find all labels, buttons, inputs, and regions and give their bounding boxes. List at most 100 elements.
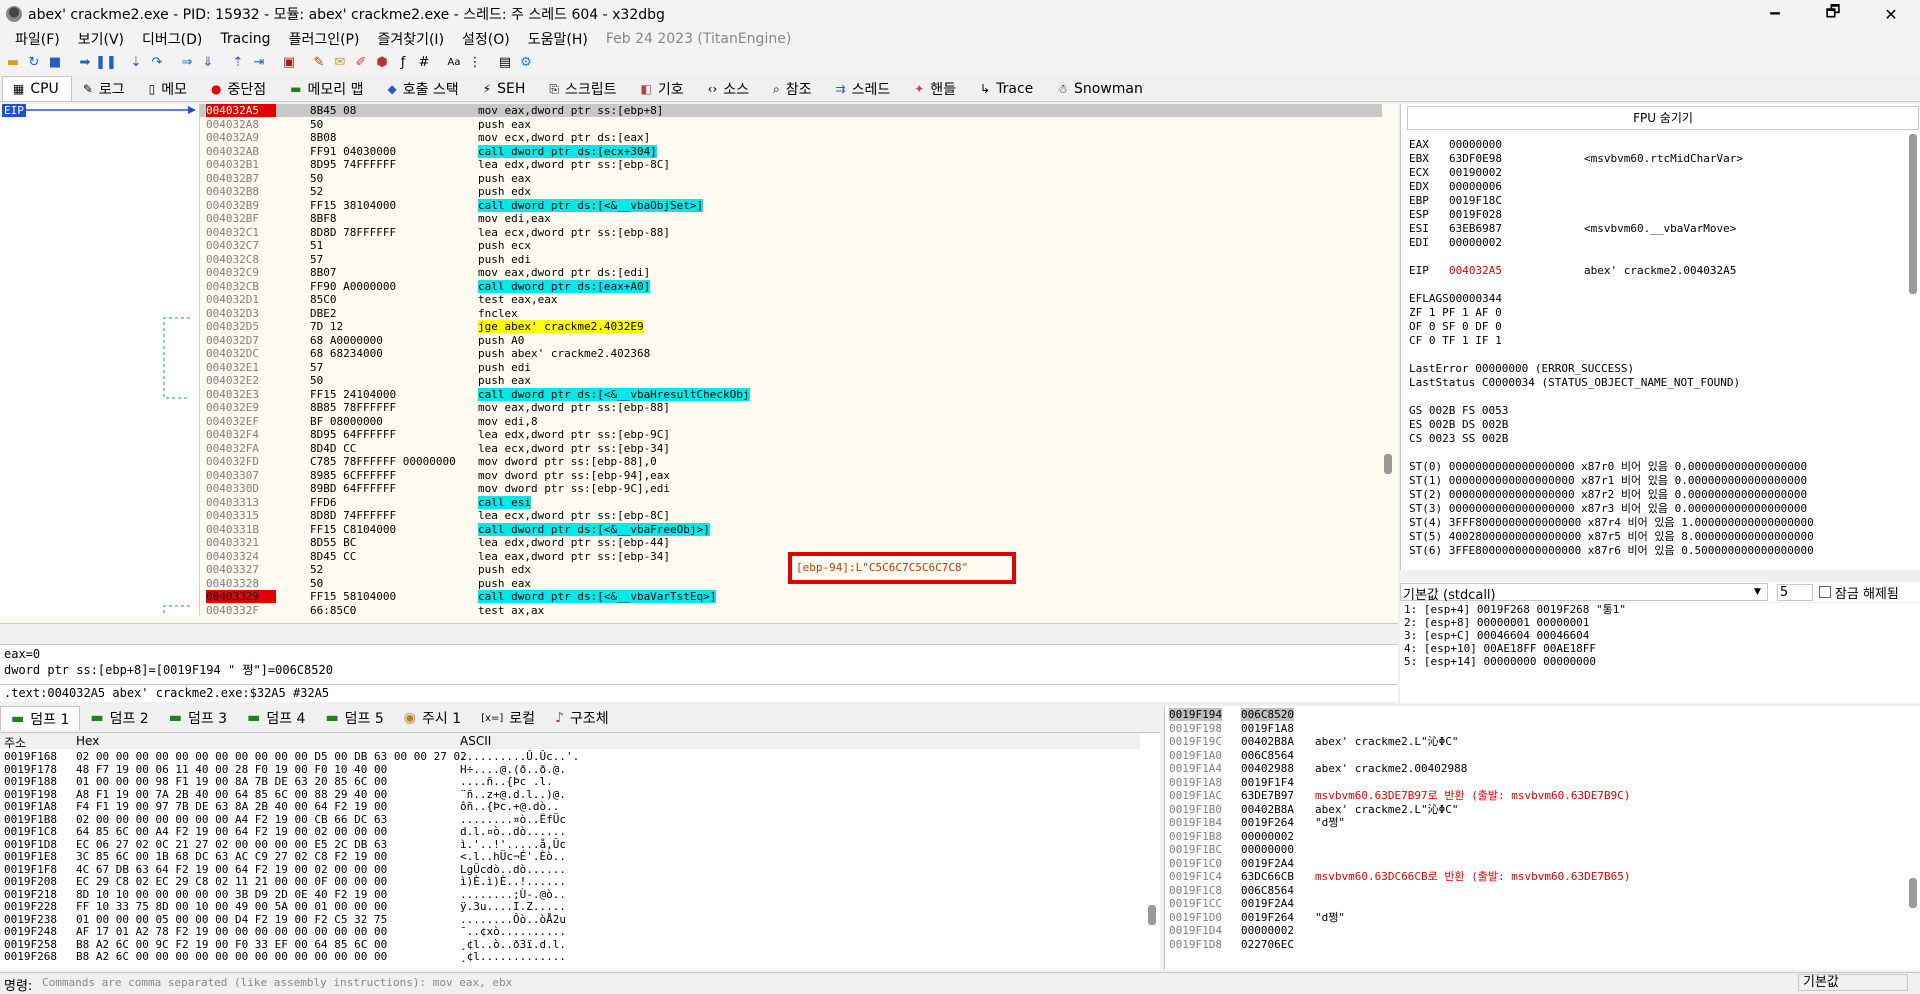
- tab-breakpoints[interactable]: ● 중단점: [200, 76, 279, 101]
- disasm-row[interactable]: 00403315 8D8D 74FFFFFF lea ecx,dword ptr s…: [200, 509, 1382, 522]
- dump-row[interactable]: 0019F188 01 00 00 00 98 F1 19 00 8A 7B DE…: [0, 776, 1140, 788]
- dump-row[interactable]: 0019F1B8 02 00 00 00 00 00 00 00 A4 F2 19…: [0, 813, 1140, 826]
- stack-argument[interactable]: 4: [esp+10] 00AE18FF 00AE18FF: [1404, 642, 1596, 655]
- menu-favourites[interactable]: 즐겨찾기(I): [368, 29, 453, 49]
- register-row[interactable]: EBP 0019F18C: [1409, 194, 1584, 208]
- dump-row[interactable]: 0019F228 FF 10 33 75 8D 00 10 00 49 00 5A…: [0, 901, 1140, 913]
- dump-row[interactable]: 0019F1A8 F4 F1 19 00 97 7B DE 63 8A 2B 40…: [0, 801, 1140, 813]
- menu-plugins[interactable]: 플러그인(P): [280, 29, 369, 49]
- tab-watch-1[interactable]: ◉ 주시 1: [394, 706, 471, 730]
- stack-argument[interactable]: 5: [esp+14] 00000000 00000000: [1404, 655, 1596, 668]
- stack-vscroll[interactable]: [1909, 878, 1917, 908]
- flags-row[interactable]: ZF 1 PF 1 AF 0: [1409, 306, 1502, 320]
- stack-row[interactable]: 0019F1D0 0019F264 "d쩡": [1165, 911, 1905, 924]
- segment-row[interactable]: CS 0023 SS 002B: [1409, 432, 1508, 446]
- pattern-icon[interactable]: ⋮: [466, 53, 484, 71]
- stack-row[interactable]: 0019F1C0 0019F2A4: [1165, 857, 1905, 870]
- stack-row[interactable]: 0019F1AC 63DE7B97 msvbvm60.63DE7B97로 반환 (출…: [1165, 789, 1905, 802]
- settings-icon[interactable]: ⚙: [517, 53, 535, 71]
- disasm-row[interactable]: 004032FD C785 78FFFFFF 00000000 mov dword …: [200, 455, 1382, 468]
- disasm-row[interactable]: 004032D5 7D 12 jge abex' crackme2.4032E9: [200, 320, 1382, 333]
- register-row[interactable]: EAX 00000000: [1409, 138, 1584, 152]
- stack-row[interactable]: 0019F1A0 006C8564: [1165, 749, 1905, 762]
- stack-argument[interactable]: 1: [esp+4] 0019F268 0019F268 "통1": [1404, 603, 1626, 616]
- tab-snowman[interactable]: ☃ Snowman: [1046, 76, 1156, 101]
- stack-row[interactable]: 0019F1D8 022706EC: [1165, 938, 1905, 951]
- stack-row[interactable]: 0019F198 0019F1A8: [1165, 722, 1905, 735]
- stack-row[interactable]: 0019F1CC 0019F2A4: [1165, 897, 1905, 910]
- menu-tracing[interactable]: Tracing: [211, 31, 279, 47]
- arg-count-stepper[interactable]: 5: [1776, 583, 1813, 601]
- tab-log[interactable]: ✎ 로그: [72, 76, 138, 101]
- tab-dump-1[interactable]: ▬ 덤프 1: [0, 706, 81, 730]
- disasm-row[interactable]: 00403313 FFD6 call esi: [200, 495, 1382, 509]
- tab-script[interactable]: ⎘ 스크립트: [538, 76, 629, 101]
- fpu-toggle-button[interactable]: FPU 숨기기: [1407, 106, 1919, 130]
- fpu-row[interactable]: ST(4) 3FFF8000000000000000 x87r4 비어 있음 1…: [1409, 516, 1814, 530]
- tab-cpu[interactable]: ▦ CPU: [2, 76, 72, 101]
- register-row[interactable]: EIP 004032A5 abex' crackme2.004032A5: [1409, 264, 1736, 278]
- dump-row[interactable]: 0019F238 01 00 00 00 05 00 00 00 D4 F2 19…: [0, 913, 1140, 926]
- stack-row[interactable]: 0019F1B0 00402B8A abex' crackme2.L"沁ΦC": [1165, 803, 1905, 816]
- disasm-row[interactable]: 004032E1 57 push edi: [200, 361, 1382, 374]
- menu-debug[interactable]: 디버그(D): [133, 29, 211, 49]
- menu-file[interactable]: 파일(F): [6, 29, 69, 49]
- step-into-icon[interactable]: ⇣: [127, 53, 145, 71]
- close-button[interactable]: ✕: [1862, 0, 1920, 28]
- stack-row[interactable]: 0019F194 006C8520: [1165, 708, 1905, 721]
- fpu-row[interactable]: ST(2) 0000000000000000000 x87r2 비어 있음 0.…: [1409, 488, 1807, 502]
- stack-panel[interactable]: 0019F194 006C8520 0019F198 0019F1A8 0019F19C…: [1164, 706, 1920, 970]
- disasm-row[interactable]: 004032DC 68 68234000 push abex' crackme2.4…: [200, 347, 1382, 360]
- stack-row[interactable]: 0019F19C 00402B8A abex' crackme2.L"沁ΦC": [1165, 735, 1905, 748]
- cpu-vscroll[interactable]: [1384, 454, 1392, 474]
- disasm-row[interactable]: 004032E2 50 push eax: [200, 374, 1382, 387]
- stack-argument[interactable]: 3: [esp+C] 00046604 00046604: [1404, 629, 1589, 642]
- bookmark-icon[interactable]: ⬢: [373, 53, 391, 71]
- tab-notes[interactable]: ▯ 메모: [138, 76, 200, 101]
- disasm-row[interactable]: 004032A8 50 push eax: [200, 118, 1382, 131]
- menu-view[interactable]: 보기(V): [69, 29, 133, 49]
- disasm-row[interactable]: 004032D7 68 A0000000 push A0: [200, 334, 1382, 347]
- stack-row[interactable]: 0019F1C4 63DC66CB msvbvm60.63DC66CB로 반환 (출…: [1165, 870, 1905, 883]
- register-row[interactable]: EDX 00000006: [1409, 180, 1584, 194]
- disasm-row[interactable]: 0040330D 89BD 64FFFFFF mov dword ptr ss:[e…: [200, 482, 1382, 495]
- tab-references[interactable]: ⌕ 참조: [762, 76, 825, 101]
- tab-handles[interactable]: ✦ 핸들: [903, 76, 969, 101]
- tab-trace[interactable]: ↳ Trace: [969, 76, 1046, 101]
- disasm-row[interactable]: 004032D1 85C0 test eax,eax: [200, 293, 1382, 306]
- flags-row[interactable]: CF 0 TF 1 IF 1: [1409, 334, 1502, 348]
- run-icon[interactable]: ➡: [76, 53, 94, 71]
- label-icon[interactable]: ✐: [352, 53, 370, 71]
- tab-dump-4[interactable]: ▬ 덤프 4: [237, 706, 315, 730]
- stack-row[interactable]: 0019F1C8 006C8564: [1165, 884, 1905, 897]
- tab-source[interactable]: ‹› 소스: [697, 76, 762, 101]
- dump-vscroll[interactable]: [1148, 905, 1156, 925]
- lock-checkbox[interactable]: [1818, 586, 1831, 598]
- disasm-row[interactable]: 004032C7 51 push ecx: [200, 239, 1382, 252]
- tab-call-stack[interactable]: ◆ 호출 스택: [376, 76, 471, 101]
- menu-options[interactable]: 설정(O): [453, 29, 519, 49]
- dump-row[interactable]: 0019F268 B8 A2 6C 00 00 00 00 00 00 00 00…: [0, 951, 1140, 963]
- pause-icon[interactable]: ❚❚: [95, 53, 117, 71]
- disasm-row[interactable]: 004032D3 DBE2 fnclex: [200, 307, 1382, 320]
- disasm-row[interactable]: 004032B8 52 push edx: [200, 185, 1382, 198]
- patch-icon[interactable]: ✎: [310, 53, 328, 71]
- disasm-row[interactable]: 0040332F 66:85C0 test ax,ax: [200, 604, 1382, 617]
- flags-row[interactable]: OF 0 SF 0 DF 0: [1409, 320, 1502, 334]
- stack-argument[interactable]: 2: [esp+8] 00000001 00000001: [1404, 616, 1589, 629]
- call-convention-select[interactable]: 기본값 (stdcall): [1400, 583, 1768, 603]
- disasm-row[interactable]: 004032AB FF91 04030000 call dword ptr ds:[…: [200, 144, 1382, 158]
- register-row[interactable]: EDI 00000002: [1409, 236, 1584, 250]
- tab-threads[interactable]: ⇉ 스레드: [825, 76, 904, 101]
- segment-row[interactable]: ES 002B DS 002B: [1409, 418, 1508, 432]
- disasm-row[interactable]: 004032FA 8D4D CC lea ecx,dword ptr ss:[ebp…: [200, 442, 1382, 455]
- calculator-icon[interactable]: ▤: [496, 53, 514, 71]
- disasm-row[interactable]: 004032BF 8BF8 mov edi,eax: [200, 212, 1382, 225]
- disasm-row[interactable]: 00403329 FF15 58104000 call dword ptr ds:[…: [200, 590, 1382, 603]
- strings-icon[interactable]: Aa: [445, 53, 463, 71]
- dump-row[interactable]: 0019F178 48 F7 19 00 06 11 40 00 28 F0 19…: [0, 763, 1140, 776]
- disasm-row[interactable]: 004032C1 8D8D 78FFFFFF lea ecx,dword ptr s…: [200, 226, 1382, 239]
- disasm-row[interactable]: 004032B7 50 push eax: [200, 172, 1382, 185]
- tab-dump-3[interactable]: ▬ 덤프 3: [159, 706, 237, 730]
- fpu-row[interactable]: ST(3) 0000000000000000000 x87r3 비어 있음 0.…: [1409, 502, 1807, 516]
